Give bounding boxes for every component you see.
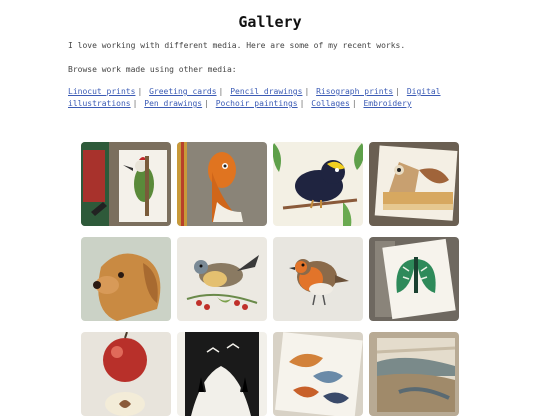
link-pen-drawings[interactable]: Pen drawings: [144, 99, 202, 108]
link-risograph-prints[interactable]: Risograph prints: [316, 87, 393, 96]
gallery-image-fieldfare-berries[interactable]: [177, 237, 267, 321]
gallery-image-moth-card[interactable]: [369, 237, 459, 321]
link-greeting-cards[interactable]: Greeting cards: [149, 87, 216, 96]
media-links: Linocut prints | Greeting cards | Pencil d…: [68, 86, 468, 110]
gallery-image-robin[interactable]: [273, 237, 363, 321]
gallery-image-cock-of-the-rock[interactable]: [177, 142, 267, 226]
intro-text: I love working with different media. Her…: [68, 41, 406, 50]
link-separator: |: [204, 99, 209, 108]
link-separator: |: [132, 99, 138, 108]
link-pochoir-paintings[interactable]: Pochoir paintings: [216, 99, 298, 108]
gallery-image-apple[interactable]: [81, 332, 171, 416]
link-pencil-drawings[interactable]: Pencil drawings: [230, 87, 302, 96]
gallery-image-birds-print[interactable]: [273, 332, 363, 416]
gallery-image-landscape-collage[interactable]: [369, 332, 459, 416]
link-collages[interactable]: Collages: [311, 99, 350, 108]
link-separator: |: [304, 87, 310, 96]
gallery-image-owl-collage[interactable]: [369, 142, 459, 226]
gallery-image-golden-retriever[interactable]: [81, 237, 171, 321]
gallery-image-manakin-bird[interactable]: [273, 142, 363, 226]
link-separator: |: [395, 87, 400, 96]
gallery-image-woodpecker-card[interactable]: [81, 142, 171, 226]
browse-label: Browse work made using other media:: [68, 65, 237, 74]
gallery-image-linocut-forest[interactable]: [177, 332, 267, 416]
link-embroidery[interactable]: Embroidery: [363, 99, 411, 108]
link-separator: |: [218, 87, 224, 96]
page-title: Gallery: [238, 13, 302, 31]
link-separator: |: [137, 87, 143, 96]
link-separator: |: [299, 99, 305, 108]
link-separator: |: [351, 99, 357, 108]
link-linocut-prints[interactable]: Linocut prints: [68, 87, 135, 96]
